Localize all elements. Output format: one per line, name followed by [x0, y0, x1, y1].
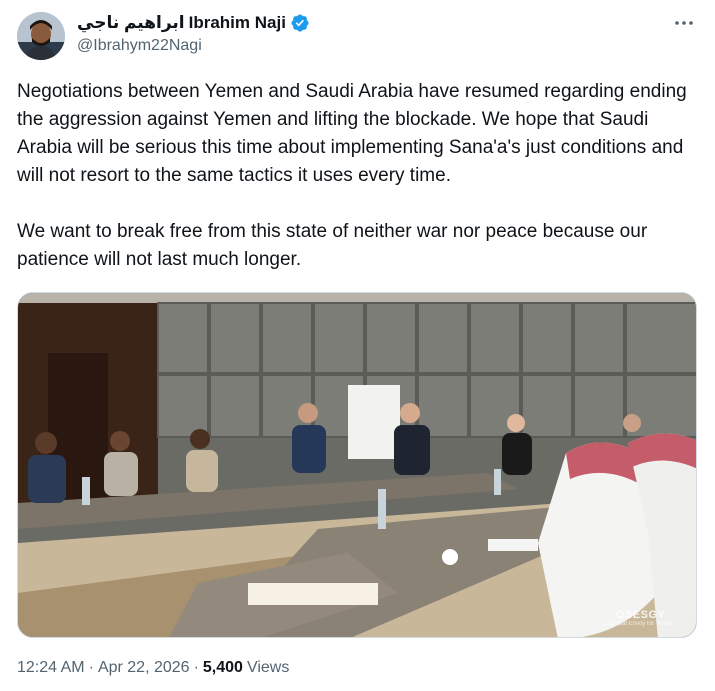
watermark-sub: Special Envoy for Yemen	[607, 621, 674, 627]
tweet-card: ابراهيم ناجي Ibrahim Naji @Ibrahym22Nagi…	[0, 0, 715, 691]
author-name[interactable]: Ibrahim Naji	[189, 13, 286, 33]
meta-separator: ·	[193, 659, 199, 676]
views-count[interactable]: 5,400	[203, 659, 243, 677]
tweet-date[interactable]: Apr 22, 2026	[98, 659, 190, 677]
author-handle[interactable]: @Ibrahym22Nagi	[77, 37, 202, 55]
tweet-meta: 12:24 AM · Apr 22, 2026 · 5,400 Views	[17, 656, 289, 680]
author-name-line[interactable]: ابراهيم ناجي Ibrahim Naji	[77, 12, 310, 34]
meta-separator: ·	[88, 659, 94, 676]
more-dots-icon[interactable]	[673, 12, 695, 34]
tweet-text: Negotiations between Yemen and Saudi Ara…	[17, 78, 707, 274]
watermark-main: OSESGY	[615, 609, 666, 621]
tweet-paragraph: We want to break free from this state of…	[17, 221, 648, 270]
verified-badge-icon	[290, 13, 310, 33]
avatar[interactable]	[17, 12, 65, 60]
tweet-paragraph: Negotiations between Yemen and Saudi Ara…	[17, 81, 687, 186]
author-arabic-name[interactable]: ابراهيم ناجي	[77, 13, 185, 33]
views-label: Views	[246, 659, 290, 676]
photo-watermark: OSESGY Special Envoy for Yemen	[607, 609, 674, 627]
tweet-photo[interactable]: OSESGY Special Envoy for Yemen	[17, 292, 697, 638]
tweet-time[interactable]: 12:24 AM	[17, 659, 85, 677]
